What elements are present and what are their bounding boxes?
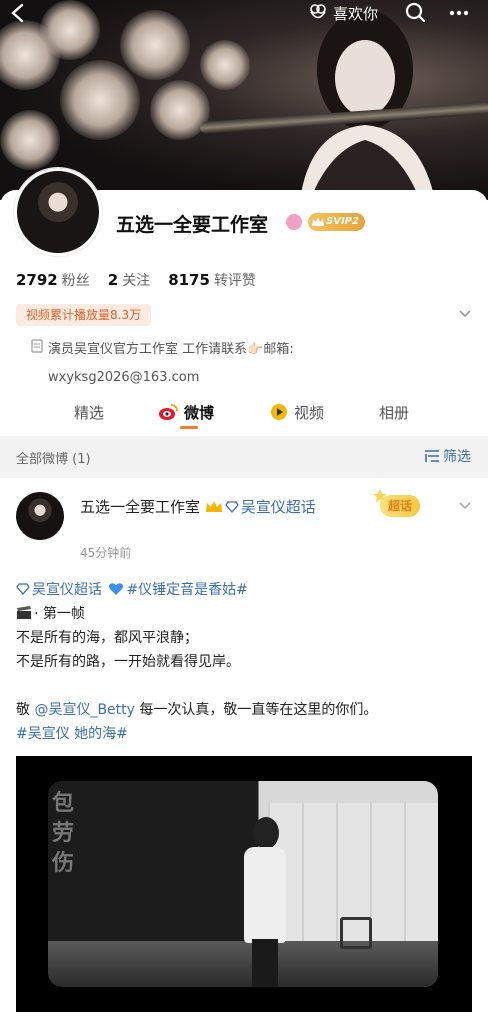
vip-label: SVIP2 xyxy=(326,216,359,227)
tab-album[interactable]: 相册 xyxy=(379,396,409,428)
vip-badge[interactable]: SVIP2 xyxy=(308,213,365,231)
filter-icon xyxy=(425,450,439,462)
supertopic-label: 超话 xyxy=(380,495,421,517)
top-bar: 喜欢你 xyxy=(0,0,488,28)
stat-number: 2792 xyxy=(16,271,58,289)
post-video[interactable]: 包劳伤 xyxy=(16,756,472,1012)
topic-link[interactable]: #仪锤定音是香姑# xyxy=(126,582,247,598)
post-text: 敬 xyxy=(16,702,30,718)
diamond-icon xyxy=(224,501,239,513)
filter-button[interactable]: 筛选 xyxy=(424,446,471,466)
verified-badge-icon xyxy=(286,214,302,230)
stat-label: 转评赞 xyxy=(213,273,256,289)
profile-stats: 2792 粉丝 2 关注 8175 转评赞 xyxy=(16,270,256,290)
chevron-down-icon[interactable] xyxy=(458,500,472,512)
bio-line: 演员吴宣仪官方工作室 工作请联系👉🏻邮箱: xyxy=(48,342,294,357)
like-icon xyxy=(310,4,326,19)
like-button[interactable]: 喜欢你 xyxy=(308,2,378,24)
back-icon[interactable] xyxy=(8,2,30,24)
topic-link[interactable]: 吴宣仪超话 xyxy=(32,582,102,598)
tab-featured[interactable]: 精选 xyxy=(74,396,104,428)
post-line: 敬 @吴宣仪_Betty 每一次认真，敬一直等在这里的你们。 xyxy=(16,698,472,722)
section-title: 全部微博 (1) xyxy=(16,452,91,467)
tab-label: 微博 xyxy=(184,403,215,422)
tab-label: 视频 xyxy=(294,403,325,422)
blue-heart-icon xyxy=(109,583,124,595)
search-icon[interactable] xyxy=(404,1,426,23)
tab-label: 相册 xyxy=(379,403,410,422)
profile-name: 五选一全要工作室 xyxy=(116,214,269,236)
mention-link[interactable]: @吴宣仪_Betty xyxy=(34,702,134,718)
active-tab-indicator xyxy=(180,426,198,429)
post-line: #吴宣仪 她的海# xyxy=(16,722,472,746)
more-icon[interactable] xyxy=(448,4,470,22)
tab-label: 精选 xyxy=(74,403,105,422)
post-header: 五选一全要工作室 吴宣仪超话 xyxy=(80,494,348,520)
play-count-tag[interactable]: 视频累计播放量8.3万 xyxy=(16,304,152,326)
post-line: · 第一帧 xyxy=(16,602,472,626)
post-text: 不是所有的路，一开始就看得见岸。 xyxy=(16,654,240,670)
stat-number: 2 xyxy=(107,271,119,289)
weibo-icon xyxy=(159,404,178,420)
stat-interactions[interactable]: 8175 转评赞 xyxy=(168,270,256,290)
hashtag-link[interactable]: #吴宣仪 她的海# xyxy=(16,726,128,742)
profile-bio: 演员吴宣仪官方工作室 工作请联系👉🏻邮箱: wxyksg2026@163.com xyxy=(48,336,348,392)
post-card: 五选一全要工作室 吴宣仪超话 45分钟前 超话 吴宣仪超话 #仪锤定音是香姑# xyxy=(0,478,488,1029)
diamond-icon xyxy=(16,583,30,595)
post-avatar[interactable] xyxy=(16,492,64,540)
video-play-icon xyxy=(271,404,287,420)
stat-label: 粉丝 xyxy=(61,273,90,289)
crown-icon xyxy=(312,217,324,226)
tab-video[interactable]: 视频 xyxy=(270,396,324,428)
tab-weibo[interactable]: 微博 xyxy=(158,396,214,428)
post-text: 每一次认真，敬一直等在这里的你们。 xyxy=(134,702,378,718)
crown-icon xyxy=(205,501,222,512)
post-topics: 吴宣仪超话 #仪锤定音是香姑# xyxy=(16,578,472,602)
avatar[interactable] xyxy=(14,168,102,256)
bio-email: wxyksg2026@163.com xyxy=(48,370,200,385)
author-tag-link[interactable]: 吴宣仪超话 xyxy=(241,498,316,516)
video-thumbnail: 包劳伤 xyxy=(48,781,438,987)
post-author-name[interactable]: 五选一全要工作室 xyxy=(80,498,200,516)
stat-label: 关注 xyxy=(122,273,151,289)
supertopic-badge[interactable]: 超话 xyxy=(372,489,428,517)
like-label: 喜欢你 xyxy=(333,4,379,23)
section-bar: 全部微博 (1) 筛选 xyxy=(0,436,488,478)
post-time: 45分钟前 xyxy=(80,546,132,560)
post-text: · 第一帧 xyxy=(34,606,85,622)
stat-number: 8175 xyxy=(168,271,210,289)
stat-fans[interactable]: 2792 粉丝 xyxy=(16,270,90,290)
post-text: 不是所有的海，都风平浪静； xyxy=(16,630,198,646)
stat-following[interactable]: 2 关注 xyxy=(108,270,150,290)
document-icon xyxy=(31,339,43,353)
banner-portrait xyxy=(300,10,435,200)
filter-label: 筛选 xyxy=(443,449,471,465)
clapperboard-icon xyxy=(17,606,31,619)
profile-tabs: 精选 微博 视频 相册 xyxy=(0,396,488,432)
post-body: 吴宣仪超话 #仪锤定音是香姑# · 第一帧 不是所有的海，都风平浪静； 不是所有… xyxy=(16,578,472,746)
chevron-down-icon[interactable] xyxy=(458,306,472,320)
poster-text: 包劳伤 xyxy=(52,791,75,876)
